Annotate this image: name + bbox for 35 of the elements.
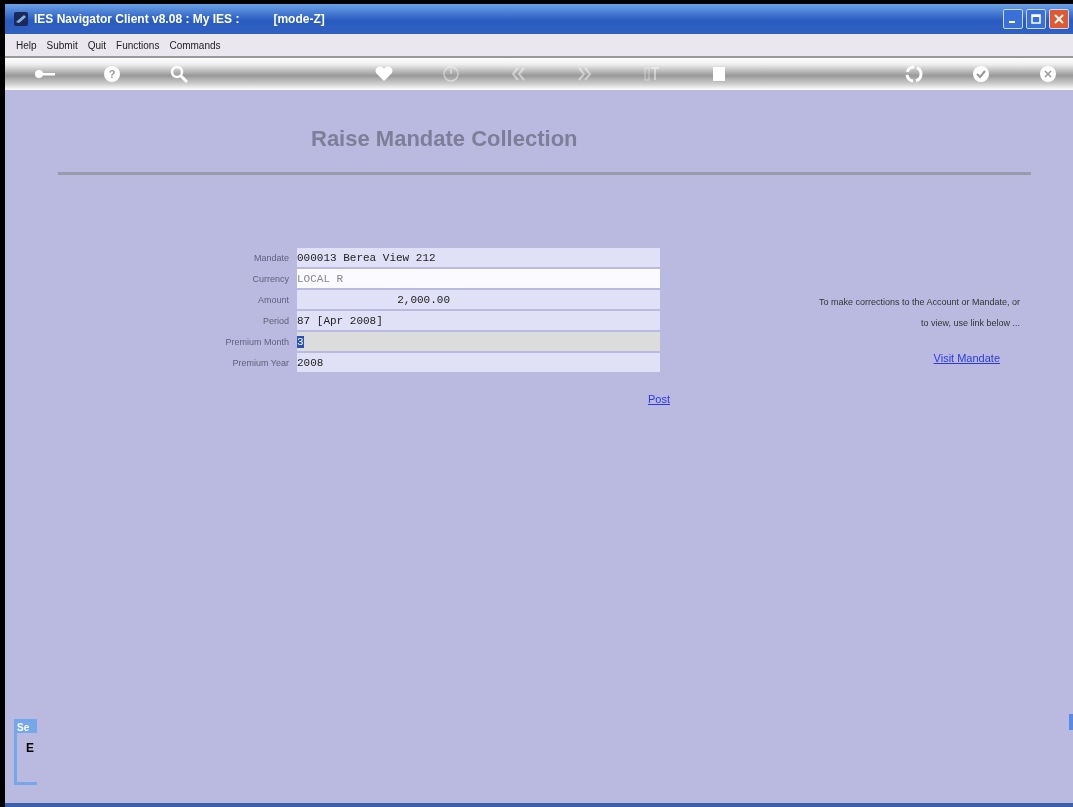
- field-label: Premium Month: [224, 336, 290, 347]
- menu-item[interactable]: Help: [16, 39, 37, 51]
- field-label: Mandate: [252, 252, 290, 263]
- input-field[interactable]: 87 [Apr 2008]: [297, 311, 660, 330]
- field-label: Period: [262, 315, 290, 326]
- mode-label: [mode-Z]: [273, 12, 325, 26]
- input-field[interactable]: 000013 Berea View 212: [297, 248, 660, 267]
- info-text: To make corrections to the Account or Mandate, or to view, use link below ...: [817, 296, 1020, 330]
- menu-item[interactable]: Functions: [116, 39, 160, 51]
- close-icon: [1054, 14, 1064, 24]
- maximize-button[interactable]: [1026, 9, 1046, 29]
- visit-mandate-link[interactable]: Visit Mandate: [933, 352, 1000, 364]
- field-label: Premium Year: [231, 357, 290, 368]
- search-icon[interactable]: [168, 63, 190, 85]
- menu-item[interactable]: Submit: [46, 39, 78, 51]
- close-button[interactable]: [1049, 9, 1069, 29]
- input-field[interactable]: LOCAL R: [297, 269, 660, 288]
- page-title: Raise Mandate Collection: [310, 126, 579, 152]
- menu-item[interactable]: Commands: [169, 39, 221, 51]
- minimize-icon: [1009, 21, 1015, 23]
- input-field[interactable]: 3: [297, 332, 660, 351]
- panel-text: E: [26, 741, 35, 755]
- window-title: IES Navigator Client v8.08 : My IES :: [34, 12, 240, 26]
- minimize-button[interactable]: [1003, 9, 1023, 29]
- close-icon[interactable]: [1037, 63, 1059, 85]
- menu-item[interactable]: Quit: [87, 39, 107, 51]
- maximize-icon: [1031, 14, 1041, 24]
- check-icon[interactable]: [970, 63, 992, 85]
- app-icon: [14, 12, 28, 26]
- input-field[interactable]: 2,000.00: [297, 290, 660, 309]
- input-field[interactable]: 2008: [297, 353, 660, 372]
- field-label: Currency: [251, 273, 290, 284]
- field-label: Amount: [256, 294, 290, 305]
- recycle-icon[interactable]: [903, 63, 925, 85]
- post-link[interactable]: Post: [648, 393, 670, 405]
